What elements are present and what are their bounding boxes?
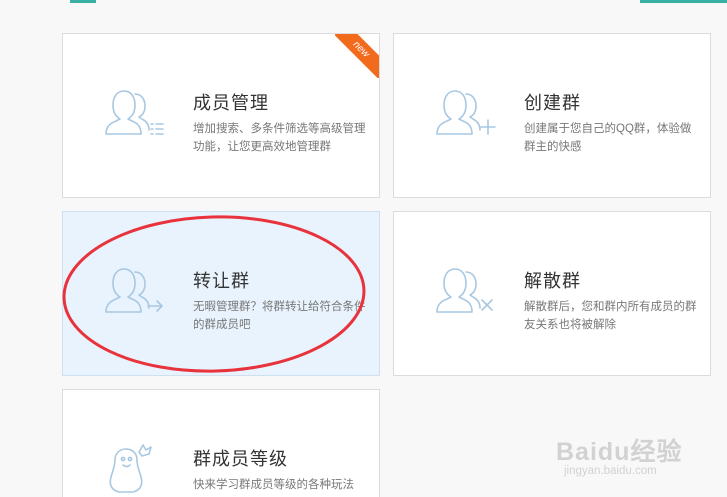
card-description: 解散群后，您和群内所有成员的群友关系也将被解除 bbox=[524, 301, 697, 331]
dissolve-group-icon bbox=[436, 268, 493, 313]
card-title: 成员管理 bbox=[193, 93, 269, 113]
card-description: 创建属于您自己的QQ群，体验做群主的快感 bbox=[524, 123, 692, 153]
card-title: 转让群 bbox=[193, 271, 250, 291]
top-tab-indicator-right bbox=[640, 0, 727, 3]
new-badge-label: new bbox=[335, 34, 379, 78]
card-member-level[interactable]: 群成员等级 快来学习群成员等级的各种玩法 bbox=[62, 389, 380, 497]
page: 成员管理 增加搜索、多条件筛选等高级管理功能，让您更高效地管理群 new 创建群… bbox=[0, 0, 727, 497]
add-group-icon bbox=[436, 90, 496, 135]
card-dissolve-group[interactable]: 解散群 解散群后，您和群内所有成员的群友关系也将被解除 bbox=[393, 211, 711, 376]
baidu-watermark: Baidu经验 jingyan.baidu.com bbox=[556, 432, 721, 492]
member-list-icon bbox=[105, 90, 164, 135]
card-title: 解散群 bbox=[524, 271, 581, 291]
new-badge: new bbox=[335, 34, 379, 78]
card-member-management[interactable]: 成员管理 增加搜索、多条件筛选等高级管理功能，让您更高效地管理群 new bbox=[62, 33, 380, 198]
card-title: 创建群 bbox=[524, 93, 581, 113]
top-tab-indicator bbox=[70, 0, 96, 3]
transfer-group-icon bbox=[105, 268, 163, 313]
card-title: 群成员等级 bbox=[193, 449, 288, 469]
card-transfer-group[interactable]: 转让群 无暇管理群？将群转让给符合条件的群成员吧 bbox=[62, 211, 380, 376]
card-create-group[interactable]: 创建群 创建属于您自己的QQ群，体验做群主的快感 bbox=[393, 33, 711, 198]
watermark-url: jingyan.baidu.com bbox=[564, 465, 657, 477]
penguin-icon bbox=[109, 444, 152, 493]
card-description: 增加搜索、多条件筛选等高级管理功能，让您更高效地管理群 bbox=[193, 123, 366, 153]
card-description: 无暇管理群？将群转让给符合条件的群成员吧 bbox=[193, 301, 366, 331]
card-description: 快来学习群成员等级的各种玩法 bbox=[193, 479, 354, 491]
watermark-brand: Baidu经验 bbox=[556, 438, 683, 466]
